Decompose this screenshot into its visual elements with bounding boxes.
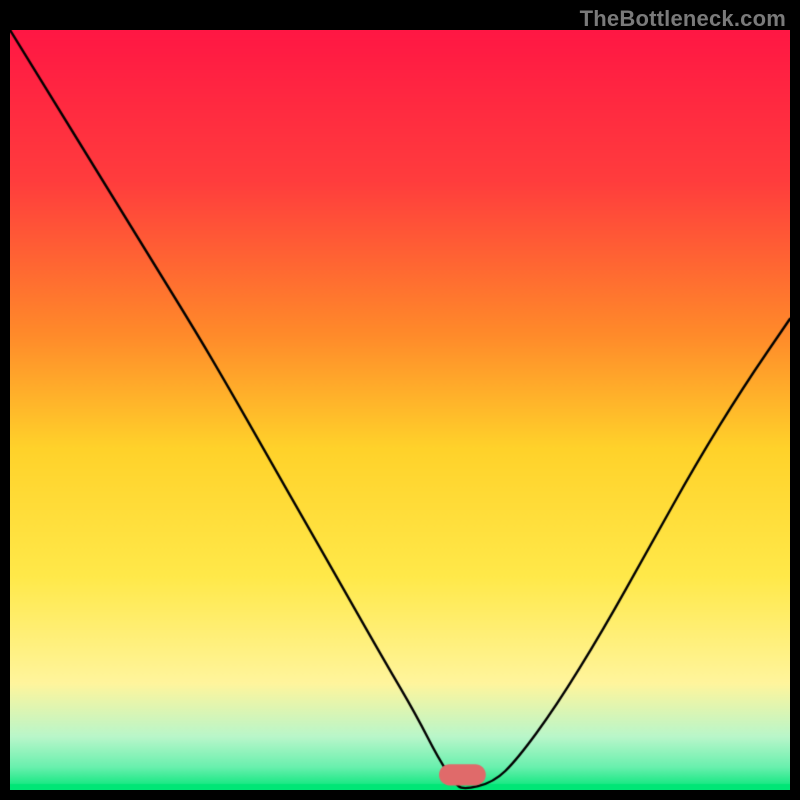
plot-area	[10, 30, 790, 790]
chart-frame: TheBottleneck.com	[0, 0, 800, 800]
watermark-text: TheBottleneck.com	[580, 6, 786, 32]
bottleneck-chart-canvas	[10, 30, 790, 790]
